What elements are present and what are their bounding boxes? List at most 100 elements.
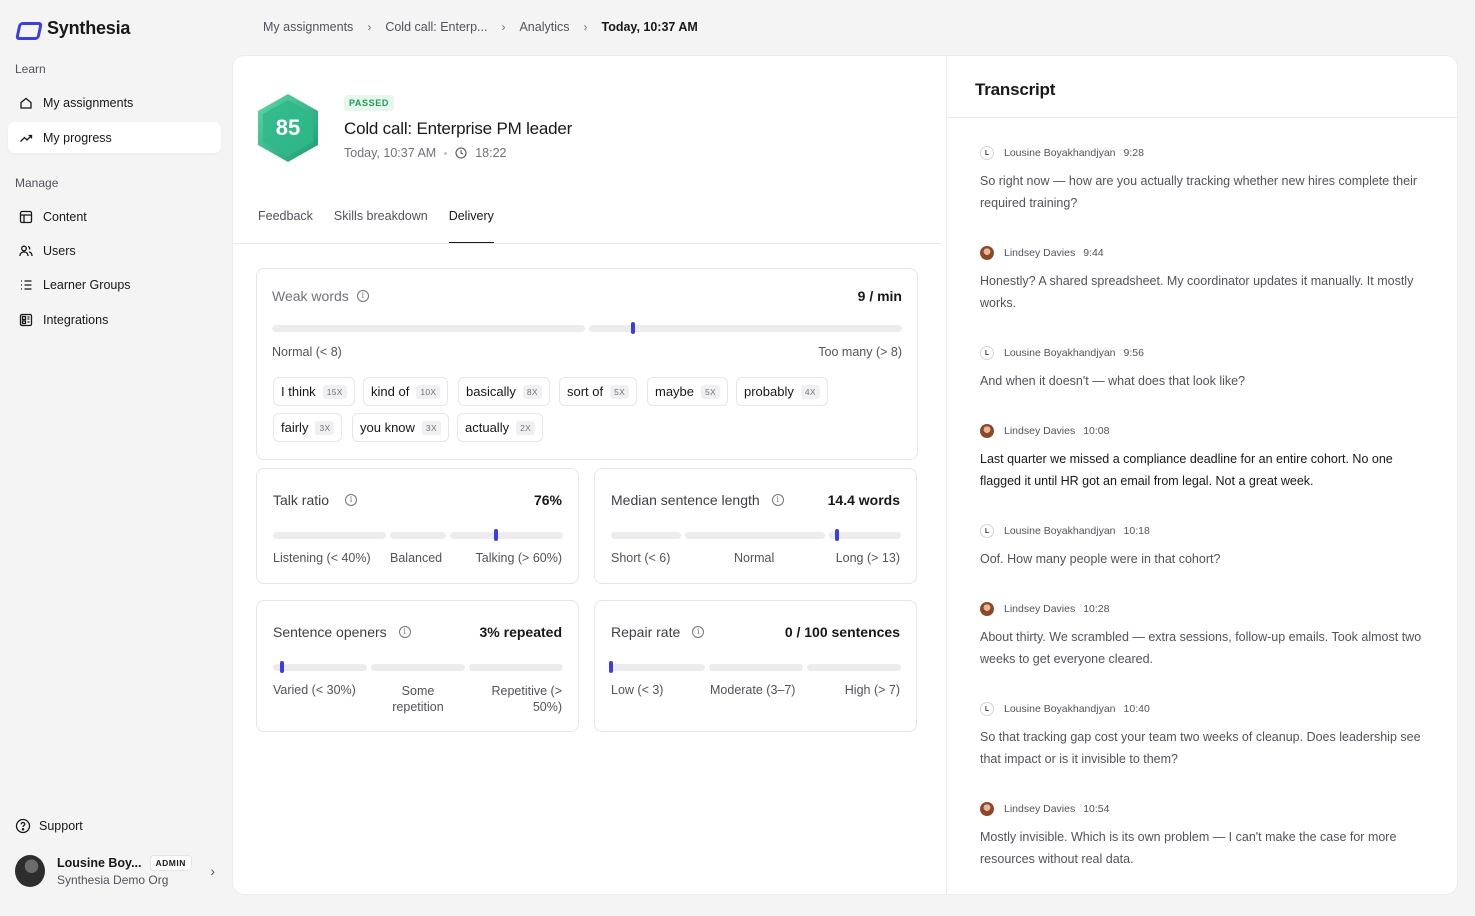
scale-label-high: Too many (> 8) xyxy=(818,345,902,359)
trend-icon xyxy=(19,131,33,145)
synthesia-logo[interactable]: Synthesia xyxy=(17,18,130,39)
user-org: Synthesia Demo Org xyxy=(57,873,169,887)
value-marker xyxy=(609,661,613,673)
tab-delivery[interactable]: Delivery xyxy=(448,196,494,244)
avatar xyxy=(980,424,994,438)
metric-label: Sentence openers xyxy=(273,624,387,640)
analytics-pane: 85 PASSED Cold call: Enterprise PM leade… xyxy=(233,56,947,894)
main-panel: 85 PASSED Cold call: Enterprise PM leade… xyxy=(232,55,1458,895)
timestamp[interactable]: 10:28 xyxy=(1083,603,1109,615)
speaker-name: Lindsey Davies xyxy=(1004,803,1076,815)
sidebar-item-my-assignments[interactable]: My assignments xyxy=(8,87,221,118)
weak-word-chip: actually 2X xyxy=(457,413,544,442)
breadcrumb-item-current: Today, 10:37 AM xyxy=(601,20,698,34)
metric-value: 3% repeated xyxy=(479,624,562,640)
scale-segment xyxy=(709,664,803,671)
sidebar-item-label: Content xyxy=(43,209,87,224)
sidebar-item-learner-groups[interactable]: Learner Groups xyxy=(8,269,221,300)
info-icon[interactable]: i xyxy=(771,494,784,506)
weak-word-chip: fairly 3X xyxy=(273,413,343,442)
transcript-entry-header: Lindsey Davies 9:44 xyxy=(980,246,1425,260)
scale-segment xyxy=(829,532,901,539)
transcript-text: Oof. How many people were in that cohort… xyxy=(980,552,1221,566)
transcript-divider xyxy=(948,117,1457,118)
user-profile-menu[interactable]: Lousine Boy... ADMIN Synthesia Demo Org › xyxy=(15,853,215,889)
home-icon xyxy=(19,96,33,110)
scale-label: Repetitive (> 50%) xyxy=(491,684,562,714)
metric-value: 76% xyxy=(533,492,562,508)
sidebar-item-label: Learner Groups xyxy=(43,277,131,292)
breadcrumb-item-assignment[interactable]: Cold call: Enterp... xyxy=(385,20,487,34)
scale-label: Long (> 13) xyxy=(835,551,900,565)
metric-value: 9 / min xyxy=(857,288,902,304)
session-duration: 18:22 xyxy=(475,146,507,160)
info-icon[interactable]: i xyxy=(356,290,369,302)
metric-value: 14.4 words xyxy=(827,492,900,508)
value-marker xyxy=(494,529,498,541)
sidebar-item-label: Integrations xyxy=(43,312,109,327)
timestamp[interactable]: 10:54 xyxy=(1083,803,1109,815)
transcript-entry-header: L Lousine Boyakhandjyan 9:56 xyxy=(980,346,1425,360)
scale-segment xyxy=(807,664,901,671)
metric-value: 0 / 100 sentences xyxy=(784,624,900,640)
chip-count: 5X xyxy=(701,384,721,399)
transcript-entry: Lindsey Davies 10:08 Last quarter we miss… xyxy=(980,424,1425,492)
user-name: Lousine Boy... xyxy=(57,856,142,870)
page-title: Cold call: Enterprise PM leader xyxy=(344,119,573,138)
sidebar-item-content[interactable]: Content xyxy=(8,201,221,232)
info-icon[interactable]: i xyxy=(345,494,358,506)
scale-segment xyxy=(273,664,367,671)
chip-word: fairly xyxy=(281,420,309,435)
transcript-entry: Lindsey Davies 9:44 Honestly? A shared sp… xyxy=(980,246,1425,314)
weak-word-chip: maybe 5X xyxy=(647,377,729,406)
tab-skills-breakdown[interactable]: Skills breakdown xyxy=(334,196,428,244)
support-link[interactable]: Support xyxy=(15,818,83,834)
sidebar-item-users[interactable]: Users xyxy=(8,235,221,266)
sidebar-item-label: My assignments xyxy=(43,95,134,110)
timestamp[interactable]: 10:18 xyxy=(1124,525,1150,537)
info-icon[interactable]: i xyxy=(692,626,705,638)
median-sentence-label-row: Median sentence length i xyxy=(611,492,784,508)
scale-label: Varied (< 30%) xyxy=(273,683,356,697)
users-icon xyxy=(19,244,33,258)
timestamp[interactable]: 10:08 xyxy=(1083,425,1109,437)
timestamp[interactable]: 9:28 xyxy=(1124,147,1144,159)
sidebar-item-integrations[interactable]: Integrations xyxy=(8,304,221,335)
sentence-openers-label-row: Sentence openers i xyxy=(273,624,411,640)
sidebar-item-my-progress[interactable]: My progress xyxy=(8,122,221,153)
layout-icon xyxy=(19,210,33,224)
weak-word-chip: basically 8X xyxy=(458,377,550,406)
metric-label: Repair rate xyxy=(611,624,681,640)
transcript-text: And when it doesn't — what does that loo… xyxy=(980,374,1246,388)
timestamp[interactable]: 10:40 xyxy=(1124,703,1150,715)
timestamp[interactable]: 9:44 xyxy=(1083,247,1103,259)
chevron-right-icon: › xyxy=(210,863,215,879)
transcript-text: Honestly? A shared spreadsheet. My coord… xyxy=(980,274,1414,310)
chip-count: 10X xyxy=(416,384,441,399)
info-icon[interactable]: i xyxy=(398,626,411,638)
avatar xyxy=(15,855,45,887)
scale-segment xyxy=(273,532,386,539)
transcript-entry: L Lousine Boyakhandjyan 10:18 Oof. How man… xyxy=(980,524,1425,570)
chip-count: 3X xyxy=(421,420,441,435)
chevron-right-icon: › xyxy=(367,20,372,34)
weak-word-chip: sort of 5X xyxy=(559,377,638,406)
scale-segment xyxy=(390,532,446,539)
weak-words-card: Weak words i 9 / min Normal (< 8) Too ma… xyxy=(256,268,918,460)
weak-word-chip: probably 4X xyxy=(736,377,828,406)
speaker-name: Lousine Boyakhandjyan xyxy=(1004,347,1116,359)
learn-section-label: Learn xyxy=(15,62,46,76)
weak-word-chip: you know 3X xyxy=(352,413,449,442)
tab-feedback[interactable]: Feedback xyxy=(258,196,313,244)
chip-word: I think xyxy=(281,384,316,399)
transcript-text: About thirty. We scrambled — extra sessi… xyxy=(980,630,1422,666)
avatar xyxy=(980,802,994,816)
chip-count: 5X xyxy=(610,384,630,399)
transcript-entry: L Lousine Boyakhandjyan 9:28 So right now … xyxy=(980,146,1425,214)
transcript-text: Mostly invisible. Which is its own probl… xyxy=(980,830,1397,866)
breadcrumb-item-my-assignments[interactable]: My assignments xyxy=(263,20,353,34)
breadcrumb-item-analytics[interactable]: Analytics xyxy=(519,20,569,34)
avatar: L xyxy=(980,702,994,716)
repair-rate-card: Repair rate i 0 / 100 sentences Low (< 3… xyxy=(594,600,917,732)
timestamp[interactable]: 9:56 xyxy=(1124,347,1144,359)
